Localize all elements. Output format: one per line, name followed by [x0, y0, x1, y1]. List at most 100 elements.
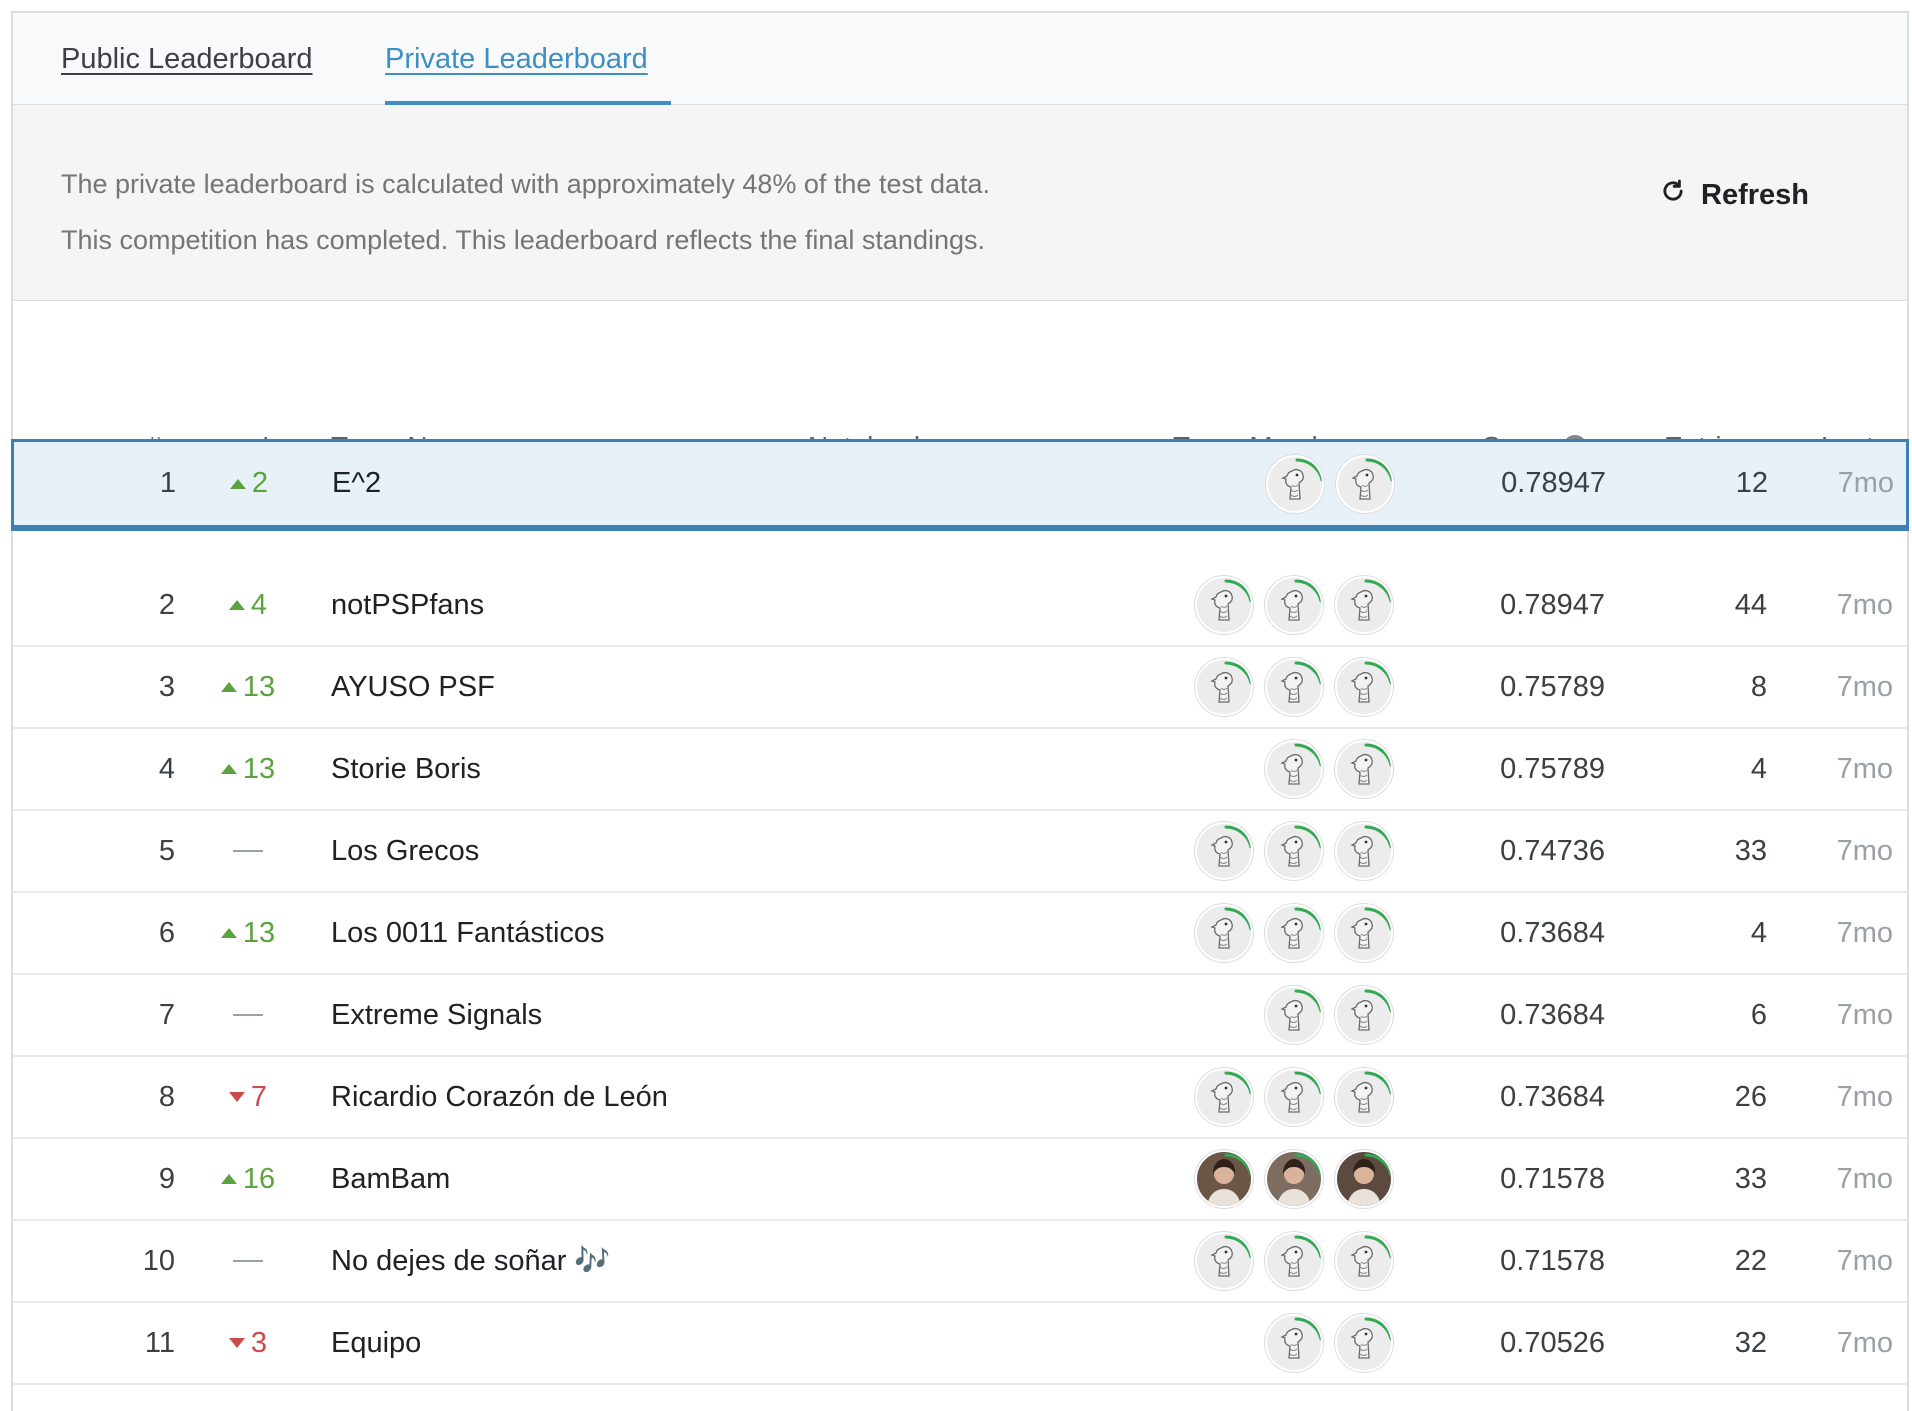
- goose-avatar[interactable]: [1335, 1314, 1393, 1372]
- table-row[interactable]: 11 3 Equipo 0.70526 32 7mo: [13, 1303, 1907, 1385]
- last-cell: 7mo: [1836, 834, 1893, 867]
- leaderboard-panel: Public Leaderboard Private Leaderboard T…: [11, 11, 1909, 1411]
- table-row[interactable]: 7 Extreme Signals 0.73684 6 7mo: [13, 975, 1907, 1057]
- leaderboard-notice: The private leaderboard is calculated wi…: [13, 105, 1907, 301]
- team-members-cell: [1163, 1303, 1393, 1383]
- delta-value: 7: [250, 1080, 268, 1113]
- rank-cell: 11: [144, 1326, 175, 1359]
- tab-private-leaderboard[interactable]: Private Leaderboard: [385, 43, 648, 76]
- team-members-cell: [1163, 565, 1393, 645]
- team-name-cell[interactable]: BamBam: [331, 1139, 450, 1219]
- table-row[interactable]: 6 13 Los 0011 Fantásticos 0.73684 4 7mo: [13, 893, 1907, 975]
- team-name-cell[interactable]: Ricardio Corazón de León: [331, 1057, 668, 1137]
- entries-cell: 33: [1734, 1162, 1767, 1195]
- last-cell: 7mo: [1837, 467, 1894, 499]
- score-cell: 0.73684: [1500, 916, 1605, 949]
- rank-cell: 6: [158, 916, 175, 949]
- delta-value: 13: [242, 752, 276, 785]
- goose-avatar[interactable]: [1266, 454, 1324, 513]
- score-cell: 0.73684: [1500, 998, 1605, 1031]
- team-name-cell[interactable]: Storie Boris: [331, 729, 481, 809]
- goose-avatar[interactable]: [1265, 986, 1323, 1044]
- goose-avatar[interactable]: [1195, 904, 1253, 962]
- last-cell: 7mo: [1836, 1326, 1893, 1359]
- rank-up-icon: [220, 1174, 237, 1184]
- table-row[interactable]: 9 16 BamBam 0.71578 33 7mo: [13, 1139, 1907, 1221]
- table-row[interactable]: 2 4 notPSPfans 0.78947 44 7mo: [13, 565, 1907, 647]
- refresh-button[interactable]: Refresh: [1659, 177, 1809, 213]
- goose-avatar[interactable]: [1195, 1232, 1253, 1290]
- goose-avatar[interactable]: [1265, 658, 1323, 716]
- goose-avatar[interactable]: [1195, 1068, 1253, 1126]
- goose-avatar[interactable]: [1335, 658, 1393, 716]
- goose-avatar[interactable]: [1335, 822, 1393, 880]
- goose-avatar[interactable]: [1335, 1068, 1393, 1126]
- public-delta-cell: [203, 1221, 293, 1301]
- no-change-dash-icon: [233, 850, 263, 852]
- goose-avatar[interactable]: [1195, 822, 1253, 880]
- public-delta-cell: 2: [204, 442, 294, 525]
- last-cell: 7mo: [1836, 998, 1893, 1031]
- goose-avatar[interactable]: [1265, 1068, 1323, 1126]
- rank-down-icon: [228, 1092, 245, 1102]
- team-name-cell[interactable]: AYUSO PSF: [331, 647, 495, 727]
- table-row[interactable]: 1 2 E^2 0.78947 12 7mo: [11, 439, 1909, 531]
- team-members-cell: [1163, 1139, 1393, 1219]
- goose-avatar[interactable]: [1265, 904, 1323, 962]
- goose-avatar[interactable]: [1195, 576, 1253, 634]
- goose-avatar[interactable]: [1335, 1232, 1393, 1290]
- delta-value: 16: [242, 1162, 276, 1195]
- team-name-cell[interactable]: Los 0011 Fantásticos: [331, 893, 605, 973]
- last-cell: 7mo: [1836, 916, 1893, 949]
- team-name-cell[interactable]: Los Grecos: [331, 811, 479, 891]
- photo-avatar[interactable]: [1265, 1150, 1323, 1208]
- table-row[interactable]: 8 7 Ricardio Corazón de León 0.73684 26 7mo: [13, 1057, 1907, 1139]
- goose-avatar[interactable]: [1265, 1314, 1323, 1372]
- entries-cell: 12: [1735, 467, 1768, 499]
- public-delta-cell: [203, 811, 293, 891]
- table-row[interactable]: 3 13 AYUSO PSF 0.75789 8 7mo: [13, 647, 1907, 729]
- photo-avatar[interactable]: [1335, 1150, 1393, 1208]
- score-cell: 0.78947: [1500, 588, 1605, 621]
- entries-cell: 44: [1734, 588, 1767, 621]
- no-change-dash-icon: [233, 1260, 263, 1262]
- table-row[interactable]: 4 13 Storie Boris 0.75789 4 7mo: [13, 729, 1907, 811]
- goose-avatar[interactable]: [1335, 986, 1393, 1044]
- goose-avatar[interactable]: [1265, 822, 1323, 880]
- rank-cell: 7: [158, 998, 175, 1031]
- team-members-cell: [1164, 442, 1394, 525]
- rank-up-icon: [228, 600, 245, 610]
- rank-cell: 3: [158, 670, 175, 703]
- table-row[interactable]: 5 Los Grecos 0.74736 33 7mo: [13, 811, 1907, 893]
- rank-up-icon: [220, 928, 237, 938]
- team-name-cell[interactable]: No dejes de soñar 🎶: [331, 1221, 611, 1301]
- team-name-cell[interactable]: Equipo: [331, 1303, 421, 1383]
- goose-avatar[interactable]: [1336, 454, 1394, 513]
- delta-value: 13: [242, 916, 276, 949]
- score-cell: 0.73684: [1500, 1080, 1605, 1113]
- photo-avatar[interactable]: [1195, 1150, 1253, 1208]
- team-name-cell[interactable]: E^2: [332, 442, 381, 525]
- entries-cell: 4: [1750, 752, 1767, 785]
- team-name-cell[interactable]: notPSPfans: [331, 565, 484, 645]
- goose-avatar[interactable]: [1335, 740, 1393, 798]
- rank-cell: 4: [158, 752, 175, 785]
- goose-avatar[interactable]: [1265, 740, 1323, 798]
- entries-cell: 4: [1750, 916, 1767, 949]
- table-row[interactable]: 10 No dejes de soñar 🎶 0.71578 22 7mo: [13, 1221, 1907, 1303]
- public-delta-cell: 13: [203, 893, 293, 973]
- tab-public-leaderboard[interactable]: Public Leaderboard: [61, 43, 313, 76]
- public-delta-cell: 3: [203, 1303, 293, 1383]
- refresh-label: Refresh: [1701, 178, 1809, 211]
- last-cell: 7mo: [1836, 1244, 1893, 1277]
- delta-value: 2: [251, 467, 269, 499]
- goose-avatar[interactable]: [1265, 576, 1323, 634]
- rank-up-icon: [220, 764, 237, 774]
- team-name-cell[interactable]: Extreme Signals: [331, 975, 542, 1055]
- public-delta-cell: 16: [203, 1139, 293, 1219]
- goose-avatar[interactable]: [1265, 1232, 1323, 1290]
- goose-avatar[interactable]: [1335, 576, 1393, 634]
- goose-avatar[interactable]: [1195, 658, 1253, 716]
- goose-avatar[interactable]: [1335, 904, 1393, 962]
- last-cell: 7mo: [1836, 588, 1893, 621]
